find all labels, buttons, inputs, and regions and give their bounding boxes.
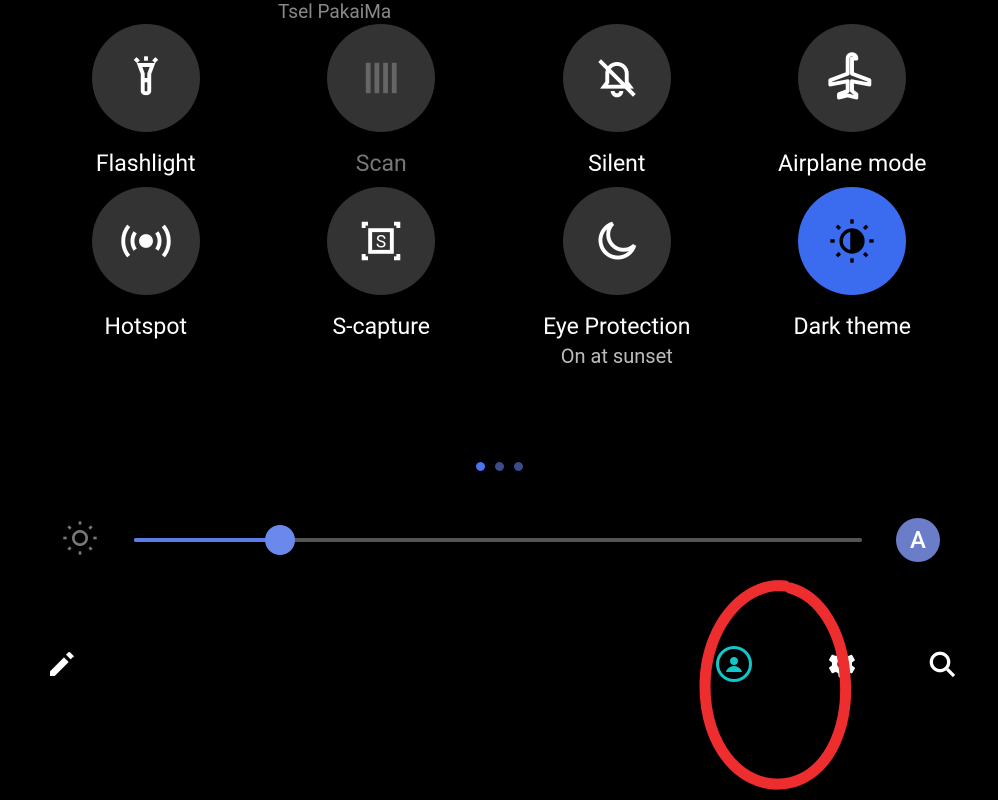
flashlight-icon	[92, 24, 200, 132]
bell-off-icon	[563, 24, 671, 132]
pager-dot	[476, 462, 485, 471]
header-partial-text: Tsel PakaiMa	[278, 0, 391, 23]
eye-protection-label: Eye Protection	[543, 313, 690, 340]
s-capture-label: S-capture	[333, 313, 430, 340]
page-indicator[interactable]	[0, 462, 998, 471]
auto-brightness-button[interactable]: A	[896, 518, 940, 562]
airplane-mode-label: Airplane mode	[778, 150, 926, 177]
airplane-mode-tile[interactable]: Airplane mode	[735, 24, 971, 177]
flashlight-label: Flashlight	[96, 150, 196, 177]
edit-button[interactable]	[42, 644, 82, 684]
airplane-icon	[798, 24, 906, 132]
brightness-slider[interactable]	[134, 537, 862, 543]
quick-settings-grid: Flashlight Scan Silent Airplane mode	[28, 24, 970, 368]
silent-label: Silent	[588, 150, 645, 177]
hotspot-tile[interactable]: Hotspot	[28, 187, 264, 368]
slider-fill	[134, 538, 280, 542]
hotspot-icon	[92, 187, 200, 295]
annotation-circle	[690, 576, 860, 792]
pager-dot	[514, 462, 523, 471]
flashlight-tile[interactable]: Flashlight	[28, 24, 264, 177]
s-capture-tile[interactable]: S S-capture	[264, 187, 500, 368]
eye-protection-sublabel: On at sunset	[561, 344, 673, 368]
brightness-icon	[60, 518, 100, 562]
pager-dot	[495, 462, 504, 471]
screenshot-icon: S	[327, 187, 435, 295]
settings-button[interactable]	[822, 644, 862, 684]
silent-tile[interactable]: Silent	[499, 24, 735, 177]
brightness-row: A	[60, 518, 940, 562]
barcode-icon	[327, 24, 435, 132]
moon-icon	[563, 187, 671, 295]
bottom-toolbar	[42, 644, 962, 684]
hotspot-label: Hotspot	[105, 313, 187, 340]
user-profile-button[interactable]	[716, 646, 752, 682]
search-button[interactable]	[922, 644, 962, 684]
dark-theme-tile[interactable]: Dark theme	[735, 187, 971, 368]
slider-thumb[interactable]	[265, 525, 295, 555]
scan-tile[interactable]: Scan	[264, 24, 500, 177]
scan-label: Scan	[356, 150, 407, 177]
dark-theme-label: Dark theme	[793, 313, 911, 340]
svg-text:S: S	[376, 233, 386, 253]
eye-protection-tile[interactable]: Eye Protection On at sunset	[499, 187, 735, 368]
dark-theme-icon	[798, 187, 906, 295]
